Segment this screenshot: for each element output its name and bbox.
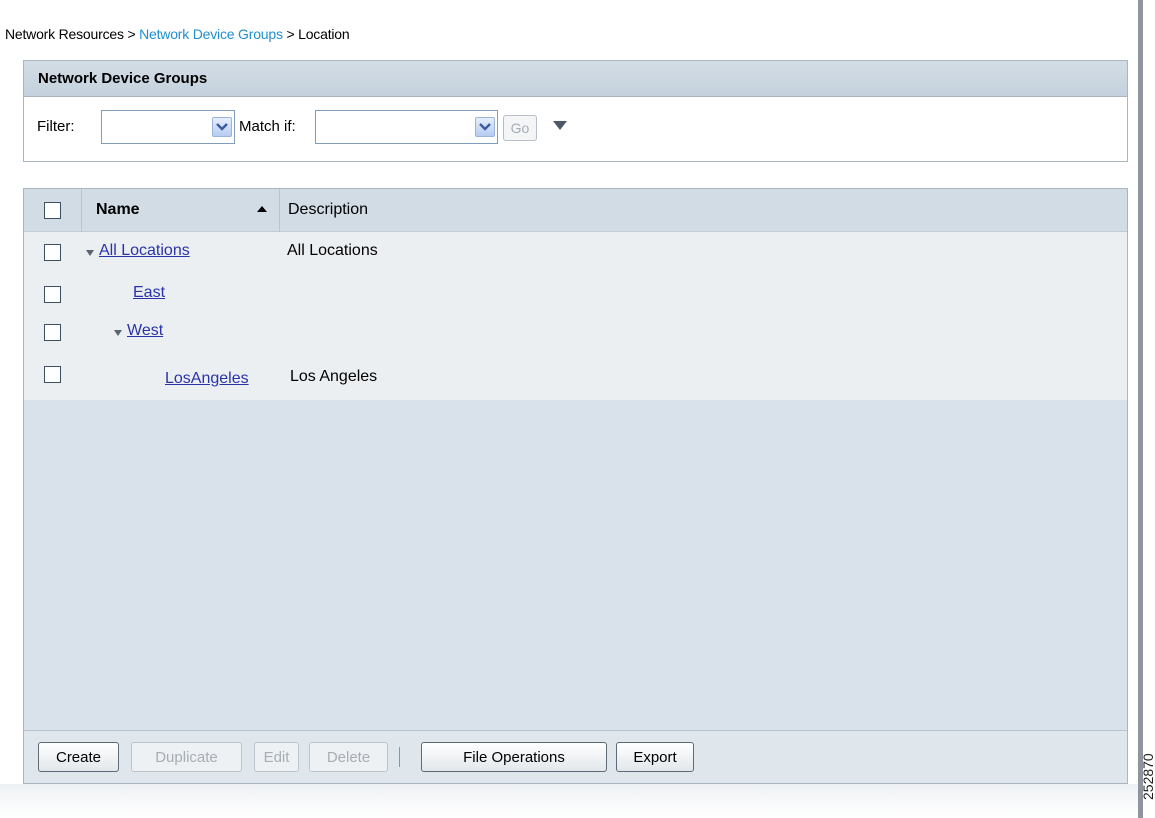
table-row: LosAngeles Los Angeles: [24, 358, 1127, 400]
row-name-link[interactable]: All Locations: [99, 242, 190, 260]
filter-options-triangle-icon[interactable]: [553, 121, 567, 130]
right-border: [1138, 0, 1143, 818]
panel-title: Network Device Groups: [24, 61, 1127, 97]
row-checkbox[interactable]: [44, 324, 61, 341]
duplicate-button[interactable]: Duplicate: [131, 742, 242, 772]
sort-ascending-icon[interactable]: [257, 206, 267, 212]
column-divider: [279, 189, 280, 232]
name-column-header[interactable]: Name: [96, 201, 140, 219]
filter-select[interactable]: [101, 110, 235, 144]
table-row: West: [24, 316, 1127, 358]
expand-arrow-icon[interactable]: [114, 330, 122, 336]
filter-label: Filter:: [37, 118, 75, 135]
column-divider: [81, 189, 82, 232]
row-description: Los Angeles: [290, 368, 378, 385]
row-name-link[interactable]: West: [127, 322, 163, 340]
chevron-down-icon[interactable]: [212, 117, 232, 137]
toolbar-separator: [399, 747, 403, 767]
table-body: All Locations All Locations East West Lo…: [24, 232, 1127, 400]
breadcrumb-network-resources: Network Resources >: [5, 26, 136, 42]
file-operations-button[interactable]: File Operations: [421, 742, 607, 772]
row-description: All Locations: [287, 242, 378, 259]
filter-row: Filter: Match if: Go: [24, 97, 1127, 161]
breadcrumb: Network Resources > Network Device Group…: [5, 26, 350, 42]
table-row: All Locations All Locations: [24, 232, 1127, 274]
description-column-header[interactable]: Description: [288, 201, 368, 219]
row-checkbox[interactable]: [44, 366, 61, 383]
bottom-strip: [0, 784, 1138, 818]
edit-button[interactable]: Edit: [254, 742, 299, 772]
select-all-checkbox[interactable]: [44, 202, 61, 219]
table-header: Name Description: [24, 189, 1127, 232]
breadcrumb-location: > Location: [286, 26, 350, 42]
filter-panel: Network Device Groups Filter: Match if: …: [23, 60, 1128, 162]
export-button[interactable]: Export: [616, 742, 694, 772]
match-if-select[interactable]: [315, 110, 498, 144]
row-checkbox[interactable]: [44, 244, 61, 261]
row-name-link[interactable]: East: [133, 284, 165, 302]
match-if-label: Match if:: [239, 118, 296, 135]
row-name-link[interactable]: LosAngeles: [165, 370, 249, 388]
chevron-down-icon[interactable]: [475, 117, 495, 137]
row-checkbox[interactable]: [44, 286, 61, 303]
delete-button[interactable]: Delete: [309, 742, 388, 772]
action-toolbar: Create Duplicate Edit Delete File Operat…: [24, 730, 1127, 783]
expand-arrow-icon[interactable]: [86, 250, 94, 256]
go-button[interactable]: Go: [503, 115, 537, 141]
device-groups-table: Name Description All Locations All Locat…: [23, 188, 1128, 784]
breadcrumb-network-device-groups-link[interactable]: Network Device Groups: [139, 26, 283, 42]
table-row: East: [24, 274, 1127, 316]
image-id: 252870: [1140, 753, 1155, 800]
app-window: Network Resources > Network Device Group…: [0, 0, 1155, 818]
create-button[interactable]: Create: [38, 742, 119, 772]
